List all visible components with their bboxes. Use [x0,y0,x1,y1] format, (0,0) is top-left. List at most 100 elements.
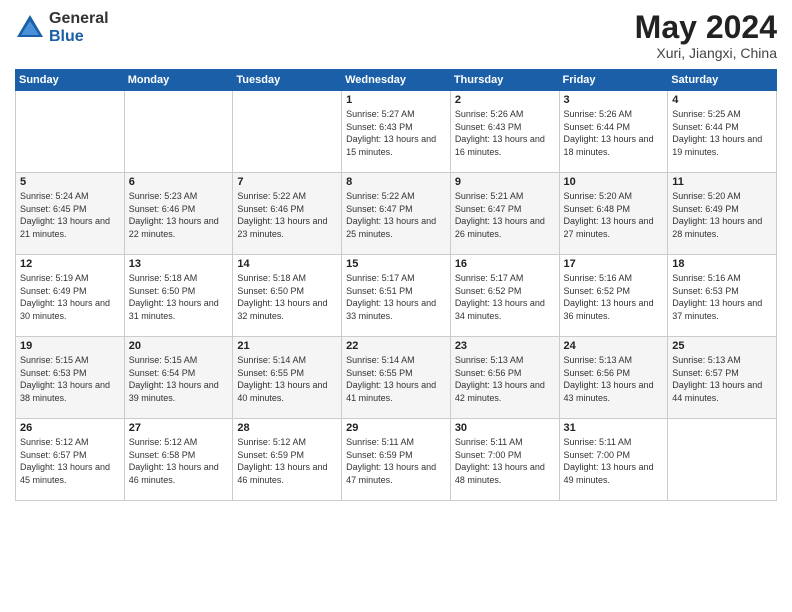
day-info: Sunrise: 5:24 AMSunset: 6:45 PMDaylight:… [20,191,110,239]
day-number: 24 [564,340,664,352]
day-number: 15 [346,258,446,270]
day-cell-w3-d4: 15 Sunrise: 5:17 AMSunset: 6:51 PMDaylig… [342,255,451,337]
day-number: 17 [564,258,664,270]
day-cell-w4-d2: 20 Sunrise: 5:15 AMSunset: 6:54 PMDaylig… [124,337,233,419]
day-number: 28 [237,422,337,434]
day-number: 6 [129,176,229,188]
weekday-header-row: Sunday Monday Tuesday Wednesday Thursday… [16,70,777,91]
calendar-title: May 2024 [635,10,777,45]
day-info: Sunrise: 5:26 AMSunset: 6:43 PMDaylight:… [455,109,545,157]
day-info: Sunrise: 5:13 AMSunset: 6:56 PMDaylight:… [564,355,654,403]
logo-blue: Blue [49,28,109,46]
day-info: Sunrise: 5:13 AMSunset: 6:57 PMDaylight:… [672,355,762,403]
day-cell-w4-d1: 19 Sunrise: 5:15 AMSunset: 6:53 PMDaylig… [16,337,125,419]
week-row-4: 19 Sunrise: 5:15 AMSunset: 6:53 PMDaylig… [16,337,777,419]
day-number: 10 [564,176,664,188]
day-info: Sunrise: 5:16 AMSunset: 6:52 PMDaylight:… [564,273,654,321]
day-number: 9 [455,176,555,188]
day-cell-w5-d6: 31 Sunrise: 5:11 AMSunset: 7:00 PMDaylig… [559,419,668,501]
day-cell-w1-d7: 4 Sunrise: 5:25 AMSunset: 6:44 PMDayligh… [668,91,777,173]
day-number: 11 [672,176,772,188]
day-info: Sunrise: 5:11 AMSunset: 7:00 PMDaylight:… [455,437,545,485]
day-info: Sunrise: 5:12 AMSunset: 6:57 PMDaylight:… [20,437,110,485]
day-cell-w4-d5: 23 Sunrise: 5:13 AMSunset: 6:56 PMDaylig… [450,337,559,419]
day-cell-w3-d2: 13 Sunrise: 5:18 AMSunset: 6:50 PMDaylig… [124,255,233,337]
day-number: 3 [564,94,664,106]
day-cell-w1-d5: 2 Sunrise: 5:26 AMSunset: 6:43 PMDayligh… [450,91,559,173]
logo: General Blue [15,10,109,45]
day-cell-w4-d6: 24 Sunrise: 5:13 AMSunset: 6:56 PMDaylig… [559,337,668,419]
day-cell-w2-d1: 5 Sunrise: 5:24 AMSunset: 6:45 PMDayligh… [16,173,125,255]
day-info: Sunrise: 5:26 AMSunset: 6:44 PMDaylight:… [564,109,654,157]
calendar-body: 1 Sunrise: 5:27 AMSunset: 6:43 PMDayligh… [16,91,777,501]
day-info: Sunrise: 5:11 AMSunset: 6:59 PMDaylight:… [346,437,436,485]
day-cell-w5-d2: 27 Sunrise: 5:12 AMSunset: 6:58 PMDaylig… [124,419,233,501]
day-info: Sunrise: 5:19 AMSunset: 6:49 PMDaylight:… [20,273,110,321]
day-number: 12 [20,258,120,270]
calendar-table: Sunday Monday Tuesday Wednesday Thursday… [15,69,777,501]
title-block: May 2024 Xuri, Jiangxi, China [635,10,777,61]
day-info: Sunrise: 5:20 AMSunset: 6:49 PMDaylight:… [672,191,762,239]
day-info: Sunrise: 5:14 AMSunset: 6:55 PMDaylight:… [346,355,436,403]
day-number: 23 [455,340,555,352]
header-sunday: Sunday [16,70,125,91]
week-row-5: 26 Sunrise: 5:12 AMSunset: 6:57 PMDaylig… [16,419,777,501]
day-info: Sunrise: 5:12 AMSunset: 6:59 PMDaylight:… [237,437,327,485]
day-cell-w5-d5: 30 Sunrise: 5:11 AMSunset: 7:00 PMDaylig… [450,419,559,501]
day-cell-w2-d7: 11 Sunrise: 5:20 AMSunset: 6:49 PMDaylig… [668,173,777,255]
day-cell-w5-d3: 28 Sunrise: 5:12 AMSunset: 6:59 PMDaylig… [233,419,342,501]
day-cell-w3-d3: 14 Sunrise: 5:18 AMSunset: 6:50 PMDaylig… [233,255,342,337]
day-info: Sunrise: 5:18 AMSunset: 6:50 PMDaylight:… [237,273,327,321]
header-saturday: Saturday [668,70,777,91]
day-number: 5 [20,176,120,188]
day-cell-w4-d4: 22 Sunrise: 5:14 AMSunset: 6:55 PMDaylig… [342,337,451,419]
day-cell-w5-d7 [668,419,777,501]
day-info: Sunrise: 5:15 AMSunset: 6:53 PMDaylight:… [20,355,110,403]
logo-icon [15,13,45,43]
day-number: 1 [346,94,446,106]
header-monday: Monday [124,70,233,91]
day-cell-w3-d6: 17 Sunrise: 5:16 AMSunset: 6:52 PMDaylig… [559,255,668,337]
day-info: Sunrise: 5:21 AMSunset: 6:47 PMDaylight:… [455,191,545,239]
week-row-3: 12 Sunrise: 5:19 AMSunset: 6:49 PMDaylig… [16,255,777,337]
day-cell-w2-d4: 8 Sunrise: 5:22 AMSunset: 6:47 PMDayligh… [342,173,451,255]
day-info: Sunrise: 5:13 AMSunset: 6:56 PMDaylight:… [455,355,545,403]
day-number: 30 [455,422,555,434]
day-info: Sunrise: 5:17 AMSunset: 6:52 PMDaylight:… [455,273,545,321]
page: General Blue May 2024 Xuri, Jiangxi, Chi… [0,0,792,612]
day-info: Sunrise: 5:15 AMSunset: 6:54 PMDaylight:… [129,355,219,403]
day-number: 29 [346,422,446,434]
header-friday: Friday [559,70,668,91]
day-info: Sunrise: 5:25 AMSunset: 6:44 PMDaylight:… [672,109,762,157]
day-number: 4 [672,94,772,106]
day-cell-w1-d3 [233,91,342,173]
week-row-2: 5 Sunrise: 5:24 AMSunset: 6:45 PMDayligh… [16,173,777,255]
calendar-subtitle: Xuri, Jiangxi, China [635,45,777,61]
day-cell-w2-d3: 7 Sunrise: 5:22 AMSunset: 6:46 PMDayligh… [233,173,342,255]
day-info: Sunrise: 5:22 AMSunset: 6:46 PMDaylight:… [237,191,327,239]
day-cell-w2-d2: 6 Sunrise: 5:23 AMSunset: 6:46 PMDayligh… [124,173,233,255]
day-number: 25 [672,340,772,352]
day-info: Sunrise: 5:16 AMSunset: 6:53 PMDaylight:… [672,273,762,321]
day-number: 8 [346,176,446,188]
day-cell-w3-d5: 16 Sunrise: 5:17 AMSunset: 6:52 PMDaylig… [450,255,559,337]
day-cell-w2-d5: 9 Sunrise: 5:21 AMSunset: 6:47 PMDayligh… [450,173,559,255]
day-number: 27 [129,422,229,434]
day-cell-w1-d2 [124,91,233,173]
day-info: Sunrise: 5:20 AMSunset: 6:48 PMDaylight:… [564,191,654,239]
day-info: Sunrise: 5:17 AMSunset: 6:51 PMDaylight:… [346,273,436,321]
day-info: Sunrise: 5:11 AMSunset: 7:00 PMDaylight:… [564,437,654,485]
logo-general: General [49,10,109,28]
day-cell-w1-d4: 1 Sunrise: 5:27 AMSunset: 6:43 PMDayligh… [342,91,451,173]
day-cell-w3-d7: 18 Sunrise: 5:16 AMSunset: 6:53 PMDaylig… [668,255,777,337]
day-info: Sunrise: 5:12 AMSunset: 6:58 PMDaylight:… [129,437,219,485]
week-row-1: 1 Sunrise: 5:27 AMSunset: 6:43 PMDayligh… [16,91,777,173]
logo-text: General Blue [49,10,109,45]
day-info: Sunrise: 5:23 AMSunset: 6:46 PMDaylight:… [129,191,219,239]
day-number: 7 [237,176,337,188]
header-wednesday: Wednesday [342,70,451,91]
day-info: Sunrise: 5:18 AMSunset: 6:50 PMDaylight:… [129,273,219,321]
day-number: 13 [129,258,229,270]
day-cell-w2-d6: 10 Sunrise: 5:20 AMSunset: 6:48 PMDaylig… [559,173,668,255]
day-cell-w1-d1 [16,91,125,173]
